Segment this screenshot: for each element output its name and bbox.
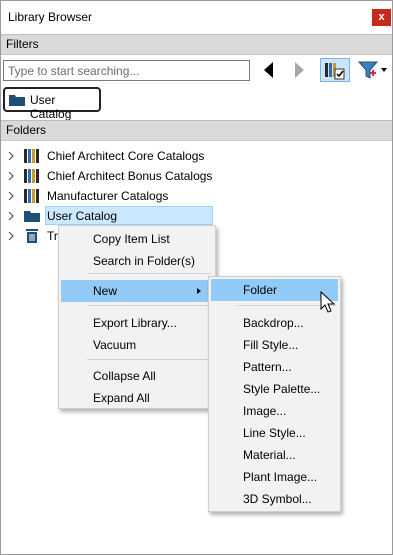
menu-item-vacuum[interactable]: Vacuum	[61, 334, 213, 356]
submenu-item-backdrop[interactable]: Backdrop...	[211, 312, 338, 334]
chevron-right-icon	[8, 191, 14, 201]
submenu-item-fill-style[interactable]: Fill Style...	[211, 334, 338, 356]
catalog-view-toggle[interactable]	[320, 58, 350, 82]
tree-item-label: Chief Architect Bonus Catalogs	[47, 169, 213, 183]
forward-arrow-icon	[295, 62, 304, 78]
forward-button[interactable]	[289, 58, 309, 82]
search-input[interactable]	[3, 60, 250, 81]
folder-icon	[24, 211, 40, 222]
window-title: Library Browser	[8, 10, 93, 24]
folders-header: Folders	[1, 120, 392, 141]
filter-button[interactable]	[356, 58, 390, 82]
filter-funnel-icon	[357, 61, 387, 79]
tree-item-manufacturer-catalogs[interactable]: Manufacturer Catalogs	[1, 186, 392, 206]
context-menu: Copy Item List Search in Folder(s) New E…	[58, 225, 216, 409]
books-icon	[24, 169, 39, 183]
catalog-chip-user[interactable]: User Catalog	[3, 87, 101, 121]
submenu-item-style-palette[interactable]: Style Palette...	[211, 378, 338, 400]
tree-item-bonus-catalogs[interactable]: Chief Architect Bonus Catalogs	[1, 166, 392, 186]
chevron-right-icon	[8, 151, 14, 161]
mouse-pointer-icon	[320, 291, 336, 313]
catalog-chip-label: User Catalog	[30, 93, 72, 121]
menu-item-search-in-folders[interactable]: Search in Folder(s)	[61, 250, 213, 272]
trash-icon	[26, 229, 38, 243]
catalog-books-icon	[325, 63, 345, 80]
tree-item-user-catalog[interactable]: User Catalog	[1, 206, 392, 226]
menu-separator	[87, 273, 211, 274]
tree-item-label: Manufacturer Catalogs	[47, 189, 169, 203]
chevron-right-icon	[8, 211, 14, 221]
menu-item-label: New	[93, 284, 118, 298]
back-button[interactable]	[259, 58, 279, 82]
submenu-item-folder[interactable]: Folder	[211, 279, 338, 301]
library-browser-window: Library Browser x Filters User Catalog F…	[0, 0, 393, 555]
menu-item-copy-item-list[interactable]: Copy Item List	[61, 228, 213, 250]
submenu-item-material[interactable]: Material...	[211, 444, 338, 466]
tree-item-label: User Catalog	[47, 209, 118, 223]
menu-separator	[87, 305, 211, 306]
submenu-item-image[interactable]: Image...	[211, 400, 338, 422]
books-icon	[24, 149, 39, 163]
submenu-arrow-icon	[197, 288, 201, 294]
chevron-right-icon	[8, 171, 14, 181]
submenu-item-plant-image[interactable]: Plant Image...	[211, 466, 338, 488]
books-icon	[24, 189, 39, 203]
submenu-item-line-style[interactable]: Line Style...	[211, 422, 338, 444]
tree-item-core-catalogs[interactable]: Chief Architect Core Catalogs	[1, 146, 392, 166]
submenu-item-3d-symbol[interactable]: 3D Symbol...	[211, 488, 338, 510]
menu-item-collapse-all[interactable]: Collapse All	[61, 365, 213, 387]
title-bar[interactable]: Library Browser x	[1, 1, 392, 33]
submenu-item-pattern[interactable]: Pattern...	[211, 356, 338, 378]
menu-item-expand-all[interactable]: Expand All	[61, 387, 213, 409]
menu-separator	[87, 359, 211, 360]
close-button[interactable]: x	[372, 9, 391, 26]
menu-item-export-library[interactable]: Export Library...	[61, 312, 213, 334]
menu-item-new[interactable]: New	[61, 280, 213, 302]
folder-icon	[9, 95, 25, 106]
tree-item-label: Chief Architect Core Catalogs	[47, 149, 205, 163]
filters-header: Filters	[1, 34, 392, 55]
back-arrow-icon	[264, 62, 273, 78]
chevron-right-icon	[8, 231, 14, 241]
